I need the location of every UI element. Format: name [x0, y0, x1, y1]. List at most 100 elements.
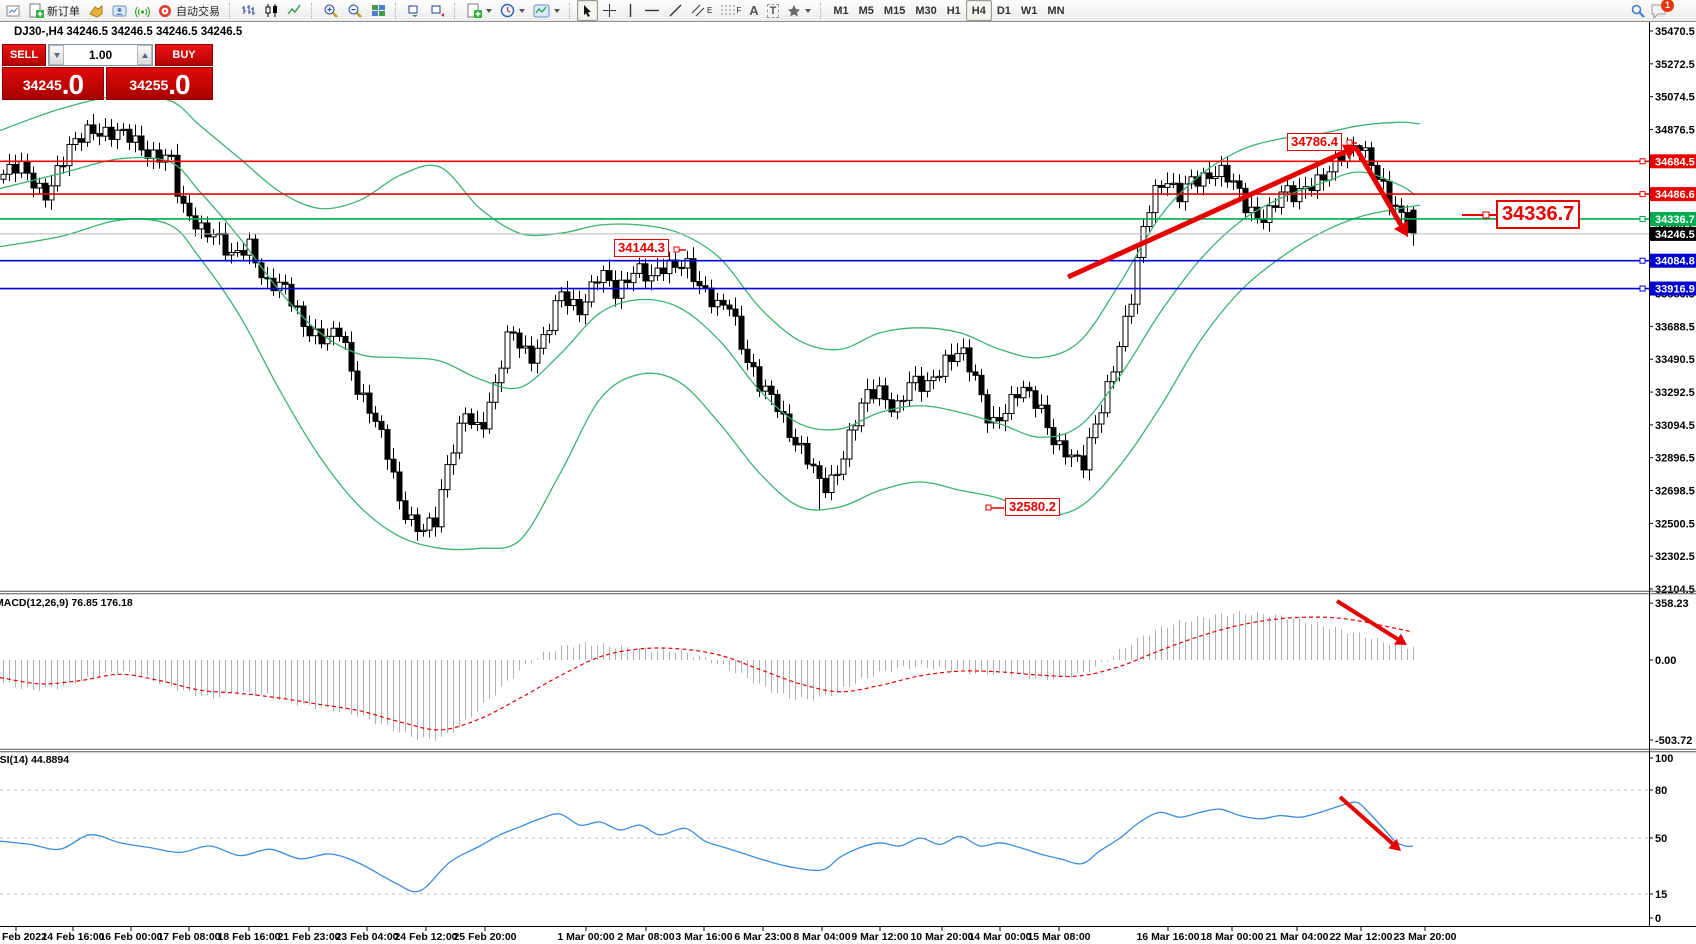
horizontal-line-tool-button[interactable] [640, 0, 664, 21]
tab-m5[interactable]: M5 [854, 5, 879, 17]
trendline-tool-button[interactable] [664, 0, 687, 21]
price-annotation-34144[interactable]: 34144.3 [614, 239, 669, 257]
candle-body [613, 280, 618, 298]
level-marker[interactable] [1640, 258, 1645, 263]
annotation-anchor-marker [1483, 212, 1489, 218]
template-icon [533, 3, 550, 19]
candle-body [1135, 257, 1140, 304]
bar-chart-type-button[interactable] [237, 0, 260, 21]
trend-arrow-line[interactable] [1340, 797, 1393, 844]
cascade-windows-button[interactable] [403, 0, 426, 21]
candle-body [355, 371, 360, 394]
time-axis-label: 22 Mar 12:00 [1329, 931, 1392, 943]
new-order-label: 新订单 [47, 3, 80, 19]
cursor-tool-button[interactable] [577, 0, 598, 21]
candle-body [85, 125, 90, 142]
notifications-button[interactable]: 1 [1650, 3, 1668, 19]
candle-body [979, 375, 984, 394]
candle-body [625, 280, 630, 282]
new-chart-icon [466, 3, 482, 19]
tab-h1[interactable]: H1 [942, 5, 966, 17]
candle-body [349, 343, 354, 372]
candle-body [1075, 455, 1080, 456]
tab-w1[interactable]: W1 [1016, 5, 1043, 17]
candle-body [1285, 186, 1290, 192]
fibonacci-tool-button[interactable]: F [716, 0, 745, 21]
candle-body [583, 302, 588, 315]
periods-button[interactable] [496, 0, 529, 21]
candle-body [499, 368, 504, 383]
chart-window-button[interactable] [2, 0, 24, 21]
candle-chart-type-button[interactable] [260, 0, 283, 21]
candle-body [1045, 405, 1050, 427]
candle-body [871, 390, 876, 399]
zoom-in-button[interactable] [319, 0, 343, 21]
tab-h4[interactable]: H4 [966, 0, 992, 21]
market-watch-button[interactable] [84, 0, 108, 21]
auto-trading-button[interactable]: 自动交易 [154, 0, 224, 21]
price-annotation-32580[interactable]: 32580.2 [1005, 498, 1060, 516]
channel-tool-button[interactable]: E [687, 0, 716, 21]
candle-body [661, 268, 666, 274]
candle-body [1315, 175, 1320, 191]
candle-body [829, 475, 834, 493]
shapes-tool-button[interactable] [783, 0, 815, 21]
tab-m15[interactable]: M15 [879, 5, 910, 17]
zoom-out-button[interactable] [343, 0, 367, 21]
volume-input[interactable]: 1.00 [64, 45, 137, 65]
time-axis-label: 23 Mar 20:00 [1393, 931, 1456, 943]
signal-icon [135, 4, 150, 18]
candle-body [961, 348, 966, 354]
candle-body [763, 386, 768, 391]
candle-body [115, 130, 120, 139]
templates-button[interactable] [529, 0, 564, 21]
sell-price[interactable]: 34245 .0 [2, 67, 104, 100]
text-tool-button[interactable]: A [745, 0, 762, 21]
signals-button[interactable] [131, 0, 154, 21]
trend-arrow-line[interactable] [1337, 601, 1398, 639]
level-marker[interactable] [1640, 159, 1645, 164]
candle-body [97, 134, 102, 137]
time-axis-label: 18 Mar 00:00 [1200, 931, 1263, 943]
chevron-down-icon [519, 9, 525, 13]
new-chart-button[interactable] [462, 0, 496, 21]
level-marker[interactable] [1640, 286, 1645, 291]
volume-decrease-button[interactable] [49, 45, 64, 65]
data-window-button[interactable] [108, 0, 131, 21]
candle-body [91, 125, 96, 134]
vertical-line-tool-button[interactable] [621, 0, 640, 21]
price-annotation-34786[interactable]: 34786.4 [1287, 133, 1342, 151]
candle-body [937, 376, 942, 377]
level-marker[interactable] [1640, 216, 1645, 221]
line-chart-type-button[interactable] [283, 0, 306, 21]
candle-body [415, 515, 420, 532]
arrange-windows-button[interactable] [426, 0, 449, 21]
tab-m30[interactable]: M30 [910, 5, 941, 17]
tab-m1[interactable]: M1 [828, 5, 853, 17]
candle-body [997, 418, 1002, 421]
level-marker[interactable] [1640, 192, 1645, 197]
candle-body [1153, 186, 1158, 213]
annotation-anchor-marker [1347, 140, 1352, 145]
candle-body [1381, 179, 1386, 181]
macd-signal-line [0, 617, 1413, 730]
volume-increase-button[interactable] [137, 45, 152, 65]
candle-body [1267, 206, 1272, 223]
tab-d1[interactable]: D1 [992, 5, 1016, 17]
tile-windows-button[interactable] [367, 0, 390, 21]
time-axis-label: 24 Feb 12:00 [394, 931, 457, 943]
tab-mn[interactable]: MN [1042, 5, 1069, 17]
candle-body [793, 437, 798, 444]
buy-button[interactable]: BUY [155, 44, 213, 66]
search-icon [1630, 3, 1646, 19]
new-order-button[interactable]: 新订单 [24, 0, 84, 21]
price-annotation-34336[interactable]: 34336.7 [1496, 200, 1580, 229]
label-tool-letter: T [767, 4, 780, 18]
time-axis-label: 14 Mar 00:00 [968, 931, 1031, 943]
sell-button[interactable]: SELL [2, 44, 46, 66]
buy-price[interactable]: 34255 .0 [106, 67, 213, 100]
search-button[interactable] [1626, 0, 1650, 21]
label-tool-button[interactable]: T [763, 0, 784, 21]
trend-arrow-line[interactable] [1356, 148, 1401, 225]
crosshair-tool-button[interactable] [598, 0, 621, 21]
